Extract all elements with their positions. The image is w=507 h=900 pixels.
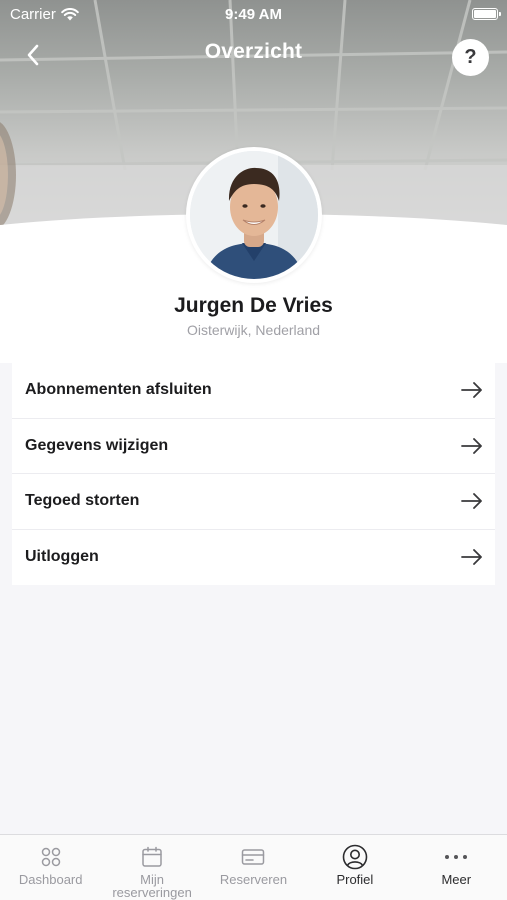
status-bar: Carrier 9:49 AM — [0, 0, 507, 28]
menu-item-subscriptions[interactable]: Abonnementen afsluiten — [12, 363, 495, 419]
tab-bar: Dashboard Mijn reserveringen Reserveren … — [0, 834, 507, 900]
tab-dashboard[interactable]: Dashboard — [0, 835, 101, 900]
status-time: 9:49 AM — [225, 6, 282, 23]
tab-profile[interactable]: Profiel — [304, 835, 405, 900]
arrow-right-icon — [461, 382, 482, 399]
tab-label: Meer — [441, 872, 472, 887]
menu-item-label: Uitloggen — [25, 548, 99, 566]
arrow-right-icon — [461, 549, 482, 566]
menu-item-deposit-credit[interactable]: Tegoed storten — [12, 474, 495, 530]
profile-icon — [342, 844, 368, 870]
profile-menu: Abonnementen afsluiten Gegevens wijzigen… — [12, 363, 495, 585]
tab-more[interactable]: Meer — [406, 835, 507, 900]
arrow-right-icon — [461, 493, 482, 510]
tab-reserve[interactable]: Reserveren — [203, 835, 304, 900]
four-dots-icon — [41, 847, 60, 867]
calendar-icon — [142, 846, 162, 867]
card-icon — [242, 849, 265, 865]
profile-name: Jurgen De Vries — [174, 294, 333, 317]
profile-location: Oisterwijk, Nederland — [186, 322, 321, 338]
battery-icon — [472, 8, 501, 20]
avatar-photo — [190, 151, 318, 279]
tab-label: Reserveren — [219, 872, 288, 887]
menu-item-logout[interactable]: Uitloggen — [12, 529, 495, 585]
page-title: Overzicht — [204, 40, 303, 63]
help-icon: ? — [464, 46, 477, 68]
tab-label: Dashboard — [18, 872, 83, 887]
arrow-right-icon — [461, 437, 482, 454]
tab-label: Profiel — [336, 872, 374, 887]
tab-my-reservations[interactable]: Mijn reserveringen — [101, 835, 202, 900]
avatar — [186, 147, 322, 283]
menu-item-edit-details[interactable]: Gegevens wijzigen — [12, 418, 495, 474]
menu-item-label: Tegoed storten — [25, 492, 140, 510]
tab-label: Mijn reserveringen — [112, 872, 192, 900]
more-icon — [445, 855, 468, 859]
menu-item-label: Gegevens wijzigen — [25, 436, 169, 454]
menu-item-label: Abonnementen afsluiten — [25, 381, 212, 399]
help-button[interactable]: ? — [452, 39, 489, 76]
